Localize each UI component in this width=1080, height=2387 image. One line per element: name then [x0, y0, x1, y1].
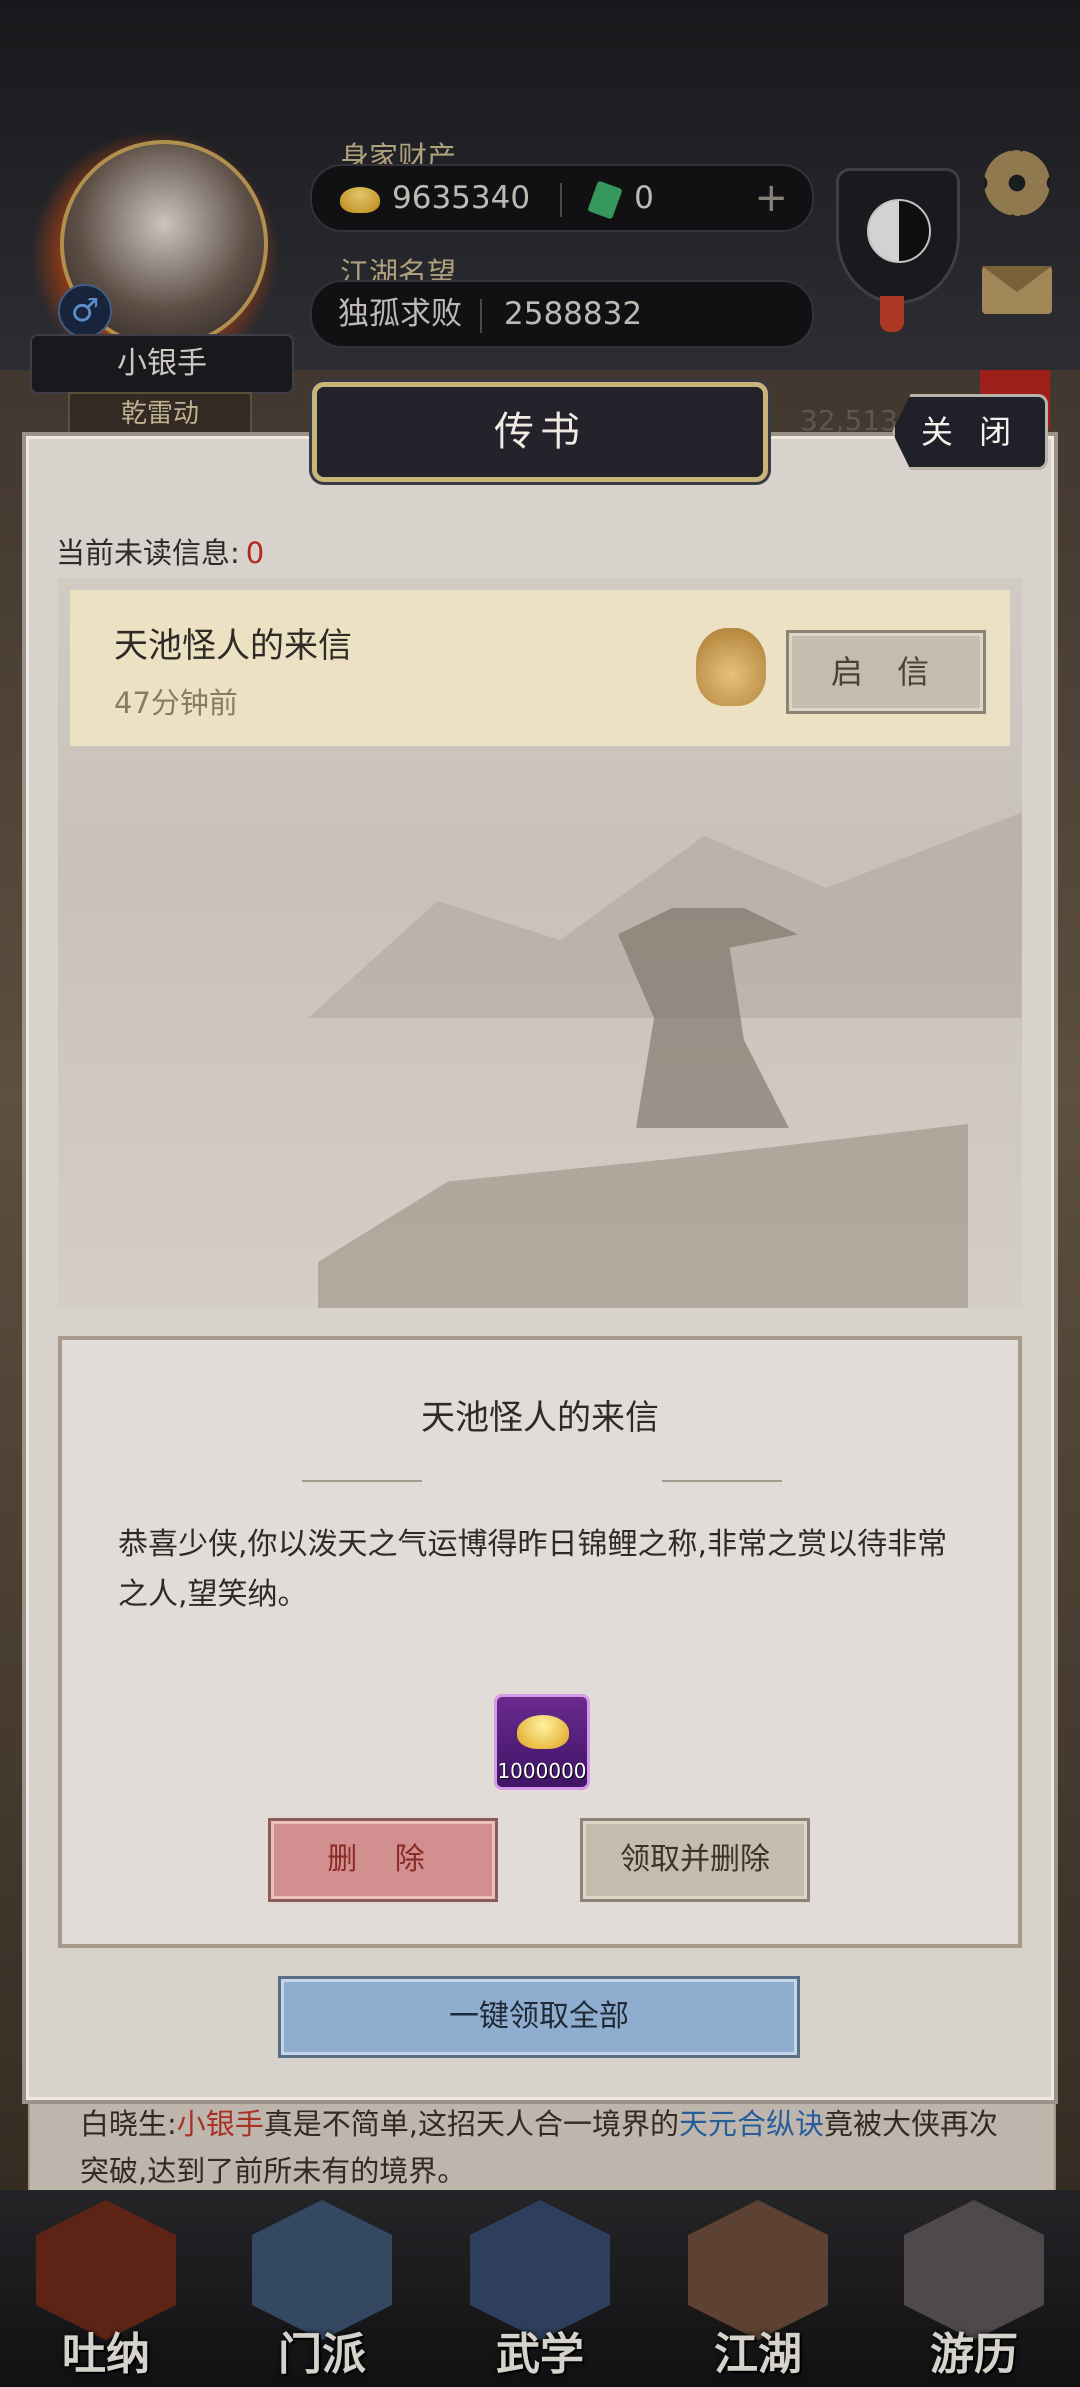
delete-button[interactable]: 删 除 [268, 1818, 498, 1902]
letter-detail-panel: 天池怪人的来信 恭喜少侠,你以泼天之气运博得昨日锦鲤之称,非常之赏以待非常之人,… [58, 1336, 1022, 1948]
mail-item-time: 47分钟前 [114, 686, 238, 720]
unread-label: 当前未读信息: [56, 536, 240, 570]
reward-item[interactable]: 1000000 [494, 1694, 590, 1790]
ornament-divider-right [662, 1480, 782, 1482]
close-button[interactable]: 关 闭 [892, 394, 1048, 470]
ornament-divider-left [302, 1480, 422, 1482]
letter-title: 天池怪人的来信 [421, 1398, 659, 1438]
unread-info: 当前未读信息: 0 [56, 530, 264, 572]
modal-title: 传书 [494, 409, 586, 455]
claim-and-delete-button[interactable]: 领取并删除 [580, 1818, 810, 1902]
modal-title-banner: 传书 [312, 382, 768, 482]
reward-bag-icon [696, 628, 766, 706]
gold-ingot-icon [517, 1715, 569, 1749]
unread-count: 0 [245, 536, 265, 570]
open-letter-button[interactable]: 启 信 [786, 630, 986, 714]
mail-list-item[interactable]: 天池怪人的来信 47分钟前 启 信 [70, 590, 1010, 746]
letter-body: 恭喜少侠,你以泼天之气运博得昨日锦鲤之称,非常之赏以待非常之人,望笑纳。 [118, 1527, 948, 1612]
reward-quantity: 1000000 [497, 1759, 587, 1783]
mail-item-title: 天池怪人的来信 [114, 626, 352, 666]
claim-all-button[interactable]: 一键领取全部 [278, 1976, 800, 2058]
